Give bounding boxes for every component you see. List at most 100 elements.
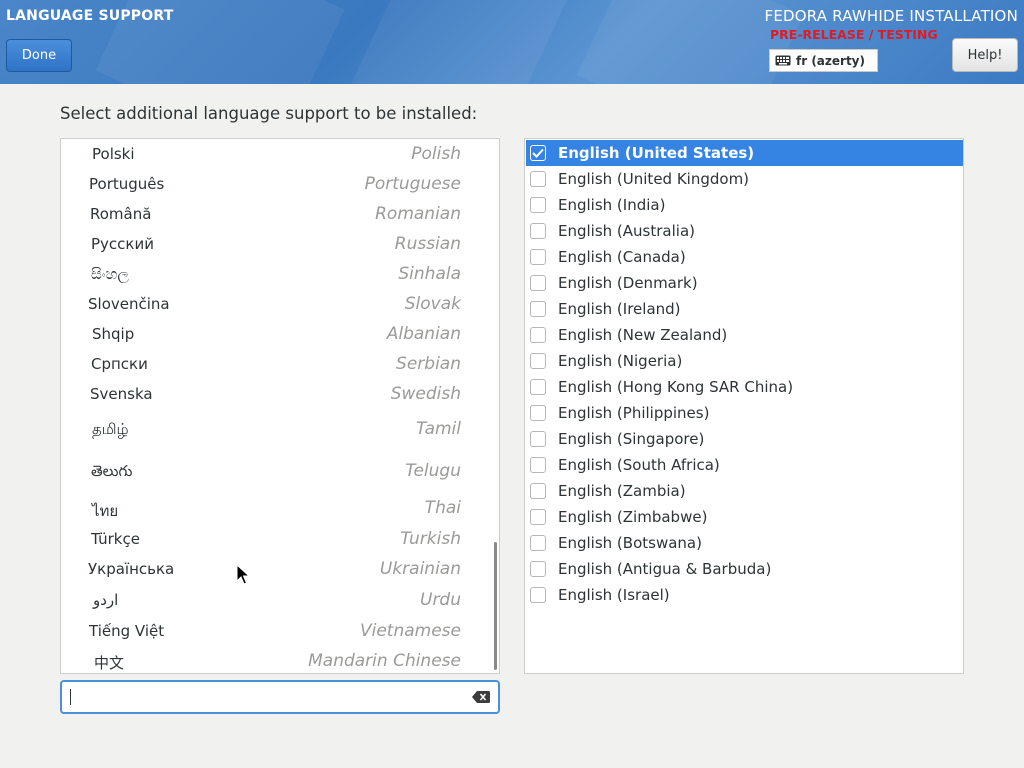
locale-row[interactable]: English (Zambia) bbox=[526, 478, 963, 504]
language-row[interactable]: සිංහල Sinhala bbox=[61, 262, 491, 292]
locale-row[interactable]: English (Singapore) bbox=[526, 426, 963, 452]
locale-label: English (Denmark) bbox=[558, 274, 698, 292]
language-english-name: Albanian bbox=[386, 324, 461, 344]
checkmark-icon bbox=[532, 148, 544, 158]
language-native-name: Tiếng Việt bbox=[89, 622, 165, 640]
language-list-scrollbar[interactable] bbox=[494, 542, 497, 670]
language-english-name: Telugu bbox=[405, 461, 461, 481]
done-button[interactable]: Done bbox=[6, 39, 72, 72]
language-list[interactable]: Polski Polish Português Portuguese Română Rom… bbox=[60, 138, 500, 674]
language-row[interactable]: Svenska Swedish bbox=[61, 382, 491, 412]
language-english-name: Thai bbox=[424, 498, 461, 518]
locale-label: English (Hong Kong SAR China) bbox=[558, 378, 794, 396]
language-english-name: Polish bbox=[411, 144, 461, 164]
locale-list[interactable]: English (United States) English (United K… bbox=[524, 138, 964, 674]
locale-label: English (Zambia) bbox=[558, 482, 686, 500]
locale-row[interactable]: English (Hong Kong SAR China) bbox=[526, 374, 963, 400]
language-english-name: Serbian bbox=[396, 354, 461, 374]
locale-checkbox[interactable] bbox=[530, 249, 546, 265]
locale-label: English (Canada) bbox=[558, 248, 686, 266]
locale-row[interactable]: English (Nigeria) bbox=[526, 348, 963, 374]
locale-checkbox[interactable] bbox=[530, 431, 546, 447]
locale-row[interactable]: English (Israel) bbox=[526, 582, 963, 608]
mouse-pointer-icon bbox=[236, 564, 250, 585]
locale-checkbox[interactable] bbox=[530, 457, 546, 473]
locale-row[interactable]: English (Botswana) bbox=[526, 530, 963, 556]
help-button[interactable]: Help! bbox=[952, 38, 1018, 72]
locale-label: English (Antigua & Barbuda) bbox=[558, 560, 772, 578]
locale-row[interactable]: English (United Kingdom) bbox=[526, 166, 963, 192]
locale-checkbox[interactable] bbox=[530, 535, 546, 551]
language-english-name: Swedish bbox=[390, 384, 461, 404]
language-row[interactable]: ไทย Thai bbox=[61, 496, 491, 526]
language-row[interactable]: Română Romanian bbox=[61, 202, 491, 232]
locale-label: English (Nigeria) bbox=[558, 352, 683, 370]
language-native-name: ไทย bbox=[92, 502, 119, 520]
language-row[interactable]: Türkçe Turkish bbox=[61, 527, 491, 557]
locale-checkbox[interactable] bbox=[530, 301, 546, 317]
locale-row[interactable]: English (Canada) bbox=[526, 244, 963, 270]
locale-checkbox[interactable] bbox=[530, 587, 546, 603]
language-native-name: اردو bbox=[93, 591, 119, 609]
locale-label: English (Israel) bbox=[558, 586, 670, 604]
locale-row[interactable]: English (New Zealand) bbox=[526, 322, 963, 348]
instruction-text: Select additional language support to be… bbox=[60, 104, 478, 123]
language-row[interactable]: Tiếng Việt Vietnamese bbox=[61, 619, 491, 649]
language-native-name: Svenska bbox=[90, 385, 153, 403]
locale-checkbox[interactable] bbox=[530, 327, 546, 343]
locale-row[interactable]: English (Australia) bbox=[526, 218, 963, 244]
spoke-title: LANGUAGE SUPPORT bbox=[6, 8, 174, 24]
language-native-name: Română bbox=[90, 205, 152, 223]
language-english-name: Slovak bbox=[404, 294, 461, 314]
locale-label: English (United States) bbox=[558, 144, 755, 162]
language-native-name: Српски bbox=[91, 355, 148, 373]
locale-checkbox[interactable] bbox=[530, 223, 546, 239]
language-row[interactable]: Српски Serbian bbox=[61, 352, 491, 382]
locale-checkbox[interactable] bbox=[530, 353, 546, 369]
locale-label: English (South Africa) bbox=[558, 456, 720, 474]
locale-label: English (Philippines) bbox=[558, 404, 710, 422]
language-row[interactable]: Slovenčina Slovak bbox=[61, 292, 491, 322]
locale-checkbox[interactable] bbox=[530, 145, 546, 161]
locale-row[interactable]: English (Denmark) bbox=[526, 270, 963, 296]
language-english-name: Portuguese bbox=[364, 174, 461, 194]
language-row[interactable]: Português Portuguese bbox=[61, 172, 491, 202]
locale-row[interactable]: English (United States) bbox=[526, 140, 963, 166]
language-english-name: Romanian bbox=[375, 204, 461, 224]
language-english-name: Turkish bbox=[400, 529, 461, 549]
locale-row[interactable]: English (Antigua & Barbuda) bbox=[526, 556, 963, 582]
locale-row[interactable]: English (Philippines) bbox=[526, 400, 963, 426]
locale-checkbox[interactable] bbox=[530, 197, 546, 213]
language-row[interactable]: Shqip Albanian bbox=[61, 322, 491, 352]
language-row[interactable]: 中文 Mandarin Chinese bbox=[61, 649, 491, 673]
clear-text-icon[interactable] bbox=[472, 691, 490, 703]
language-row[interactable]: తెలుగు Telugu bbox=[61, 459, 491, 489]
language-row[interactable]: اردو Urdu bbox=[61, 588, 491, 618]
locale-checkbox[interactable] bbox=[530, 379, 546, 395]
locale-label: English (Zimbabwe) bbox=[558, 508, 708, 526]
language-english-name: Russian bbox=[394, 234, 461, 254]
language-row[interactable]: Русский Russian bbox=[61, 232, 491, 262]
locale-label: English (New Zealand) bbox=[558, 326, 728, 344]
language-english-name: Tamil bbox=[415, 419, 461, 439]
language-native-name: Русский bbox=[91, 235, 154, 253]
language-search-input[interactable] bbox=[60, 680, 500, 714]
header-banner: LANGUAGE SUPPORT Done FEDORA RAWHIDE INS… bbox=[0, 0, 1024, 84]
locale-row[interactable]: English (Ireland) bbox=[526, 296, 963, 322]
locale-checkbox[interactable] bbox=[530, 171, 546, 187]
language-row[interactable]: Українська Ukrainian bbox=[61, 557, 491, 587]
language-row[interactable]: தமிழ் Tamil bbox=[61, 417, 491, 447]
locale-checkbox[interactable] bbox=[530, 275, 546, 291]
locale-checkbox[interactable] bbox=[530, 509, 546, 525]
locale-row[interactable]: English (Zimbabwe) bbox=[526, 504, 963, 530]
language-native-name: 中文 bbox=[94, 654, 125, 672]
locale-checkbox[interactable] bbox=[530, 405, 546, 421]
keyboard-layout-indicator[interactable]: fr (azerty) bbox=[769, 49, 878, 72]
language-row[interactable]: Polski Polish bbox=[61, 142, 491, 172]
locale-row[interactable]: English (India) bbox=[526, 192, 963, 218]
language-native-name: Slovenčina bbox=[88, 295, 170, 313]
locale-checkbox[interactable] bbox=[530, 483, 546, 499]
locale-checkbox[interactable] bbox=[530, 561, 546, 577]
keyboard-icon bbox=[775, 55, 791, 66]
locale-row[interactable]: English (South Africa) bbox=[526, 452, 963, 478]
